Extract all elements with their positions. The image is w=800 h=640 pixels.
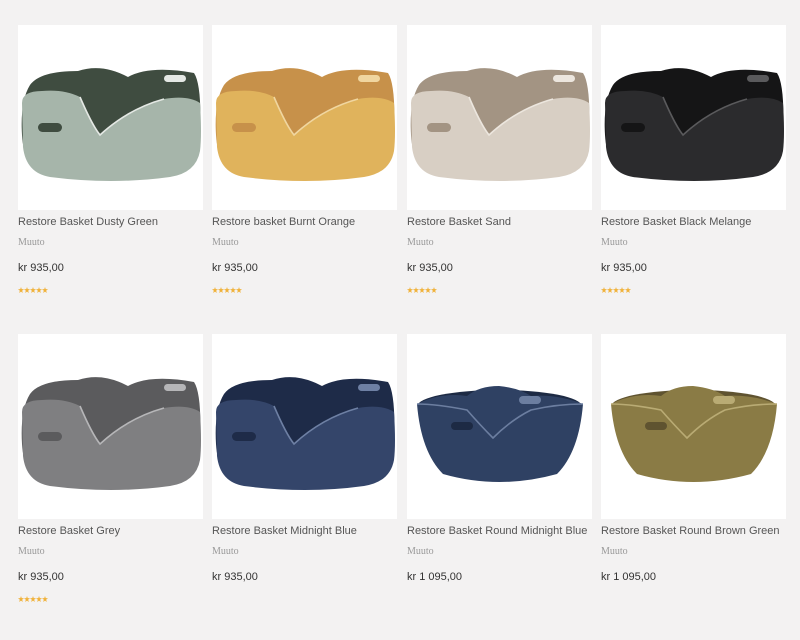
product-title[interactable]: Restore Basket Round Brown Green	[601, 524, 780, 538]
product-card[interactable]: Restore Basket Grey Muuto kr 935,00	[18, 334, 203, 602]
basket-icon	[604, 68, 784, 181]
star-icon	[18, 596, 24, 602]
product-card[interactable]: Restore Basket Round Midnight Blue Muuto…	[407, 334, 592, 583]
product-price: kr 935,00	[601, 262, 647, 274]
rating-stars	[601, 280, 631, 293]
product-image[interactable]	[407, 25, 592, 210]
rating-stars	[18, 280, 48, 293]
star-icon	[613, 287, 619, 293]
product-image[interactable]	[212, 334, 397, 519]
product-price: kr 1 095,00	[407, 571, 463, 583]
basket-icon	[416, 386, 584, 482]
star-icon	[419, 287, 425, 293]
product-price: kr 1 095,00	[601, 571, 657, 583]
star-icon	[42, 287, 48, 293]
star-icon	[18, 287, 24, 293]
product-title[interactable]: Restore Basket Black Melange	[601, 215, 751, 229]
star-icon	[30, 287, 36, 293]
star-icon	[407, 287, 413, 293]
rating-stars	[212, 280, 242, 293]
star-icon	[413, 287, 419, 293]
product-card[interactable]: Restore basket Burnt Orange Muuto kr 935…	[212, 25, 397, 293]
product-price: kr 935,00	[212, 262, 258, 274]
product-price: kr 935,00	[18, 571, 64, 583]
product-image[interactable]	[601, 334, 786, 519]
product-title[interactable]: Restore Basket Dusty Green	[18, 215, 158, 229]
product-card[interactable]: Restore Basket Round Brown Green Muuto k…	[601, 334, 786, 583]
product-brand[interactable]: Muuto	[18, 237, 45, 249]
product-brand[interactable]: Muuto	[212, 237, 239, 249]
star-icon	[224, 287, 230, 293]
product-brand[interactable]: Muuto	[18, 546, 45, 558]
basket-icon	[215, 377, 395, 490]
star-icon	[36, 596, 42, 602]
rating-stars	[18, 589, 48, 602]
product-image[interactable]	[601, 25, 786, 210]
product-title[interactable]: Restore Basket Sand	[407, 215, 511, 229]
product-title[interactable]: Restore Basket Grey	[18, 524, 120, 538]
star-icon	[230, 287, 236, 293]
product-brand[interactable]: Muuto	[601, 546, 628, 558]
product-image[interactable]	[18, 334, 203, 519]
product-image[interactable]	[212, 25, 397, 210]
star-icon	[212, 287, 218, 293]
basket-icon	[215, 68, 395, 181]
product-image[interactable]	[407, 334, 592, 519]
star-icon	[24, 596, 30, 602]
basket-icon	[610, 386, 778, 482]
product-price: kr 935,00	[407, 262, 453, 274]
product-card[interactable]: Restore Basket Black Melange Muuto kr 93…	[601, 25, 786, 293]
star-icon	[42, 596, 48, 602]
star-icon	[30, 596, 36, 602]
star-icon	[431, 287, 437, 293]
star-icon	[36, 287, 42, 293]
star-icon	[625, 287, 631, 293]
basket-icon	[410, 68, 590, 181]
product-title[interactable]: Restore Basket Midnight Blue	[212, 524, 357, 538]
star-icon	[601, 287, 607, 293]
product-image[interactable]	[18, 25, 203, 210]
product-price: kr 935,00	[18, 262, 64, 274]
product-card[interactable]: Restore Basket Sand Muuto kr 935,00	[407, 25, 592, 293]
star-icon	[607, 287, 613, 293]
product-card[interactable]: Restore Basket Midnight Blue Muuto kr 93…	[212, 334, 397, 583]
product-brand[interactable]: Muuto	[407, 546, 434, 558]
product-price: kr 935,00	[212, 571, 258, 583]
star-icon	[218, 287, 224, 293]
product-card[interactable]: Restore Basket Dusty Green Muuto kr 935,…	[18, 25, 203, 293]
star-icon	[619, 287, 625, 293]
star-icon	[24, 287, 30, 293]
basket-icon	[21, 68, 201, 181]
product-brand[interactable]: Muuto	[601, 237, 628, 249]
rating-stars	[407, 280, 437, 293]
product-title[interactable]: Restore Basket Round Midnight Blue	[407, 524, 587, 538]
basket-icon	[21, 377, 201, 490]
product-brand[interactable]: Muuto	[407, 237, 434, 249]
star-icon	[425, 287, 431, 293]
product-title[interactable]: Restore basket Burnt Orange	[212, 215, 355, 229]
product-brand[interactable]: Muuto	[212, 546, 239, 558]
star-icon	[236, 287, 242, 293]
